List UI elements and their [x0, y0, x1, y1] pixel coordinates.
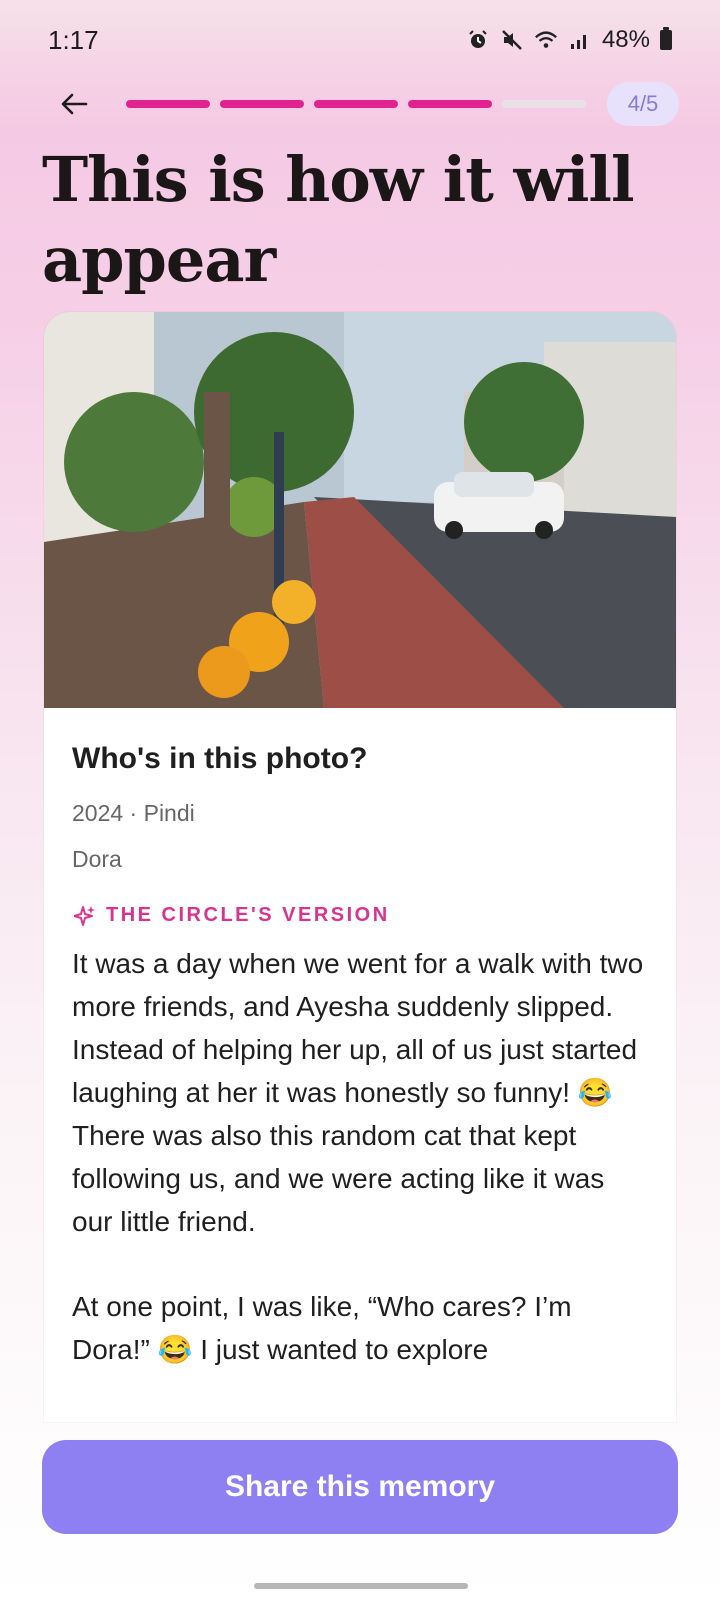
sparkle-icon [74, 905, 95, 926]
status-time: 1:17 [48, 24, 99, 55]
memory-photo [44, 312, 676, 708]
back-arrow-icon [61, 93, 88, 115]
photo-question: Who's in this photo? [72, 742, 368, 775]
wifi-icon [534, 28, 558, 52]
page-title: This is how it will appear [42, 143, 635, 296]
signal-icon [568, 28, 592, 52]
status-icons: 48% [466, 26, 672, 54]
photo-meta: 2024 · Pindi [72, 800, 195, 826]
progress-segment-5 [502, 100, 586, 108]
back-button[interactable] [54, 86, 94, 122]
progress-segment-2 [220, 100, 304, 108]
progress-segment-3 [314, 100, 398, 108]
home-indicator [254, 1583, 468, 1589]
progress-segment-1 [126, 100, 210, 108]
battery-icon [660, 27, 672, 50]
progress-segment-4 [408, 100, 492, 108]
onboarding-header: 4/5 [0, 80, 720, 128]
progress-bar [126, 100, 586, 108]
step-indicator: 4/5 [607, 82, 679, 126]
circle-version-label: THE CIRCLE'S VERSION [74, 904, 390, 927]
story-paragraph-2: At one point, I was like, “Who cares? I’… [72, 1291, 572, 1365]
memory-card: Who's in this photo? 2024 · Pindi Dora T… [44, 312, 676, 1422]
tagged-person: Dora [72, 846, 122, 872]
mute-icon [500, 28, 524, 52]
alarm-icon [466, 28, 490, 52]
story-text: It was a day when we went for a walk wit… [72, 942, 652, 1413]
share-memory-button[interactable]: Share this memory [42, 1440, 678, 1534]
battery-percent: 48% [601, 26, 650, 53]
story-paragraph-1: It was a day when we went for a walk wit… [72, 948, 644, 1237]
circle-version-text: THE CIRCLE'S VERSION [106, 904, 390, 926]
status-bar: 1:17 48% [0, 0, 720, 80]
